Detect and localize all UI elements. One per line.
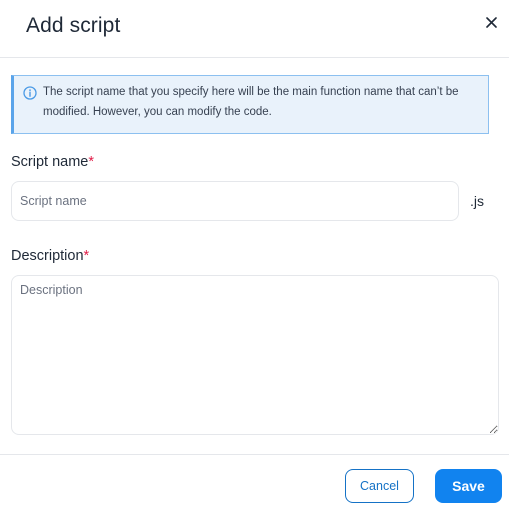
script-name-label: Script name* [11,154,94,170]
info-icon [23,86,37,100]
close-button[interactable] [481,12,501,32]
description-textarea[interactable] [11,275,499,435]
required-marker: * [83,248,90,264]
info-banner: The script name that you specify here wi… [11,75,489,134]
cancel-button[interactable]: Cancel [345,469,414,503]
file-extension-suffix: .js [470,193,484,209]
dialog-header: Add script [0,0,509,58]
script-name-label-text: Script name [11,154,89,170]
script-name-input[interactable] [11,181,459,221]
close-icon [485,16,497,28]
dialog-footer: Cancel Save [0,454,509,506]
description-label: Description* [11,248,89,264]
add-script-dialog: Add script The script name that you spec… [0,0,509,506]
dialog-title: Add script [26,14,121,37]
description-label-text: Description [11,248,84,264]
info-text: The script name that you specify here wi… [43,86,459,118]
save-button[interactable]: Save [435,469,502,503]
required-marker: * [88,154,95,170]
